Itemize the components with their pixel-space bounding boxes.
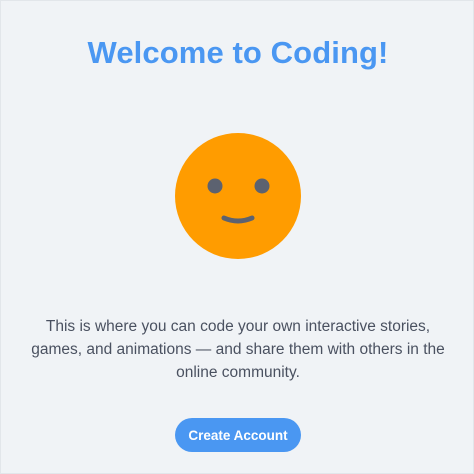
- smiley-right-eye: [254, 178, 270, 194]
- create-account-button[interactable]: Create Account: [175, 418, 301, 452]
- intro-description: This is where you can code your own inte…: [31, 318, 445, 381]
- page-title: Welcome to Coding!: [87, 35, 389, 70]
- smiley-face-icon: [175, 133, 301, 259]
- smiley-left-eye: [207, 178, 223, 194]
- smiley-face-circle: [175, 133, 301, 259]
- welcome-screen: Welcome to Coding! This is where you can…: [0, 0, 474, 474]
